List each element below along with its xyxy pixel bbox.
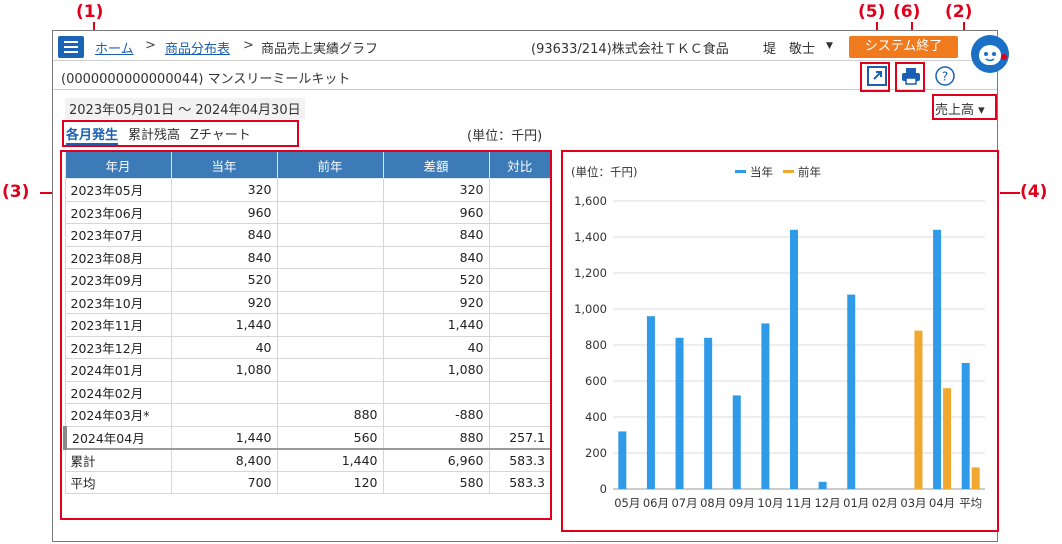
top-bar: ホーム > 商品分布表 > 商品売上実績グラフ (93633/214)株式会社Ｔ… (53, 31, 1009, 73)
product-title: (0000000000000044) マンスリーミールキット (61, 72, 351, 87)
breadcrumb-home[interactable]: ホーム (95, 38, 134, 57)
breadcrumb-separator: > (243, 38, 254, 53)
user-name[interactable]: 堤 敬士 (763, 38, 815, 57)
highlight-box-3 (60, 150, 552, 520)
highlight-box-4 (561, 150, 999, 532)
chevron-down-icon[interactable]: ▼ (826, 41, 833, 51)
annotation-label-5: (5) (858, 2, 886, 22)
annotation-label-6: (6) (893, 2, 921, 22)
company-name: (93633/214)株式会社ＴＫＣ食品 (531, 42, 729, 57)
unit-label: (単位：千円) (467, 129, 543, 144)
annotation-label-1: (1) (76, 2, 104, 22)
annotation-leader-4 (1000, 192, 1020, 194)
breadcrumb-product-distribution[interactable]: 商品分布表 (165, 38, 230, 57)
highlight-box-5 (860, 62, 890, 92)
breadcrumb-current: 商品売上実績グラフ (261, 42, 379, 57)
system-exit-button[interactable]: システム終了 (849, 36, 958, 58)
help-icon[interactable]: ? (933, 64, 957, 88)
highlight-box-1 (62, 120, 299, 147)
breadcrumb-separator: > (145, 38, 156, 53)
sub-header: (0000000000000044) マンスリーミールキット ? (53, 62, 997, 90)
annotation-label-4: (4) (1020, 182, 1048, 202)
menu-icon[interactable] (58, 36, 84, 58)
svg-text:?: ? (942, 70, 948, 84)
period-range: 2023年05月01日 ～ 2024年04月30日 (65, 98, 305, 119)
highlight-box-2 (932, 94, 997, 120)
annotation-label-3: (3) (2, 182, 30, 202)
annotation-label-2: (2) (945, 2, 973, 22)
highlight-box-6 (895, 62, 925, 92)
